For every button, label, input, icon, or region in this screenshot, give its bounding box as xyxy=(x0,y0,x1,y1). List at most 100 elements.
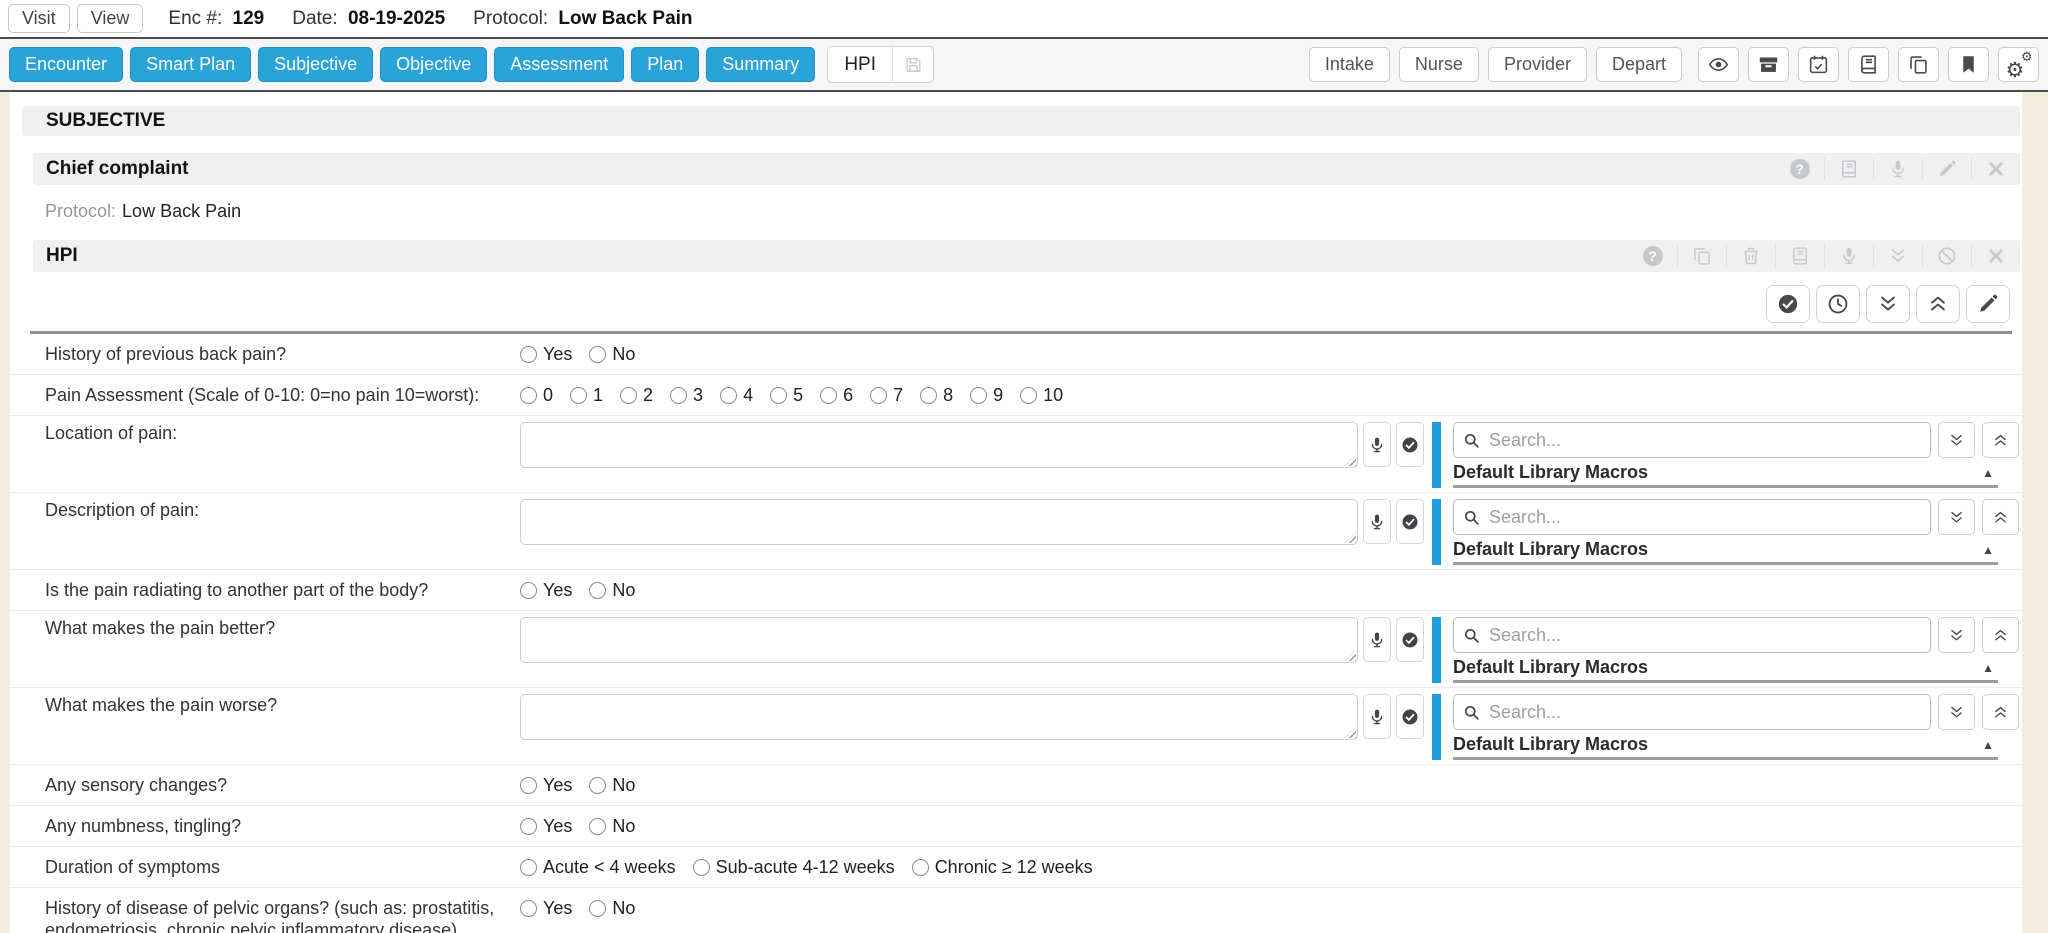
radio-option[interactable]: 5 xyxy=(770,384,803,406)
radio-icon[interactable] xyxy=(589,818,606,835)
radio-icon[interactable] xyxy=(520,777,537,794)
caret-up-icon[interactable]: ▲ xyxy=(1982,662,1994,674)
radio-icon[interactable] xyxy=(770,387,787,404)
radio-option[interactable]: Yes xyxy=(520,897,572,919)
clock-button[interactable] xyxy=(1816,285,1860,323)
book-action-button[interactable] xyxy=(1824,158,1873,180)
chevrons-down-action-button[interactable] xyxy=(1873,245,1922,267)
macro-search-input[interactable] xyxy=(1487,624,1921,647)
caret-up-icon[interactable]: ▲ xyxy=(1982,739,1994,751)
radio-icon[interactable] xyxy=(570,387,587,404)
macros-collapse-all-button[interactable] xyxy=(1982,499,2019,535)
nav-button-objective[interactable]: Objective xyxy=(380,47,487,82)
copy-action-button[interactable] xyxy=(1677,245,1726,267)
nav-button-plan[interactable]: Plan xyxy=(631,47,699,82)
answer-textarea[interactable] xyxy=(520,499,1358,545)
radio-icon[interactable] xyxy=(589,346,606,363)
radio-icon[interactable] xyxy=(920,387,937,404)
radio-option[interactable]: Sub-acute 4-12 weeks xyxy=(693,856,895,878)
radio-icon[interactable] xyxy=(870,387,887,404)
radio-option[interactable]: Yes xyxy=(520,579,572,601)
radio-icon[interactable] xyxy=(589,900,606,917)
radio-option[interactable]: Chronic ≥ 12 weeks xyxy=(912,856,1093,878)
radio-option[interactable]: 8 xyxy=(920,384,953,406)
radio-icon[interactable] xyxy=(970,387,987,404)
radio-option[interactable]: No xyxy=(589,579,635,601)
approve-button[interactable] xyxy=(1396,422,1424,467)
radio-option[interactable]: 3 xyxy=(670,384,703,406)
radio-option[interactable]: Yes xyxy=(520,815,572,837)
approve-button[interactable] xyxy=(1396,694,1424,739)
nav-button-encounter[interactable]: Encounter xyxy=(9,47,123,82)
radio-option[interactable]: 6 xyxy=(820,384,853,406)
radio-option[interactable]: Acute < 4 weeks xyxy=(520,856,676,878)
radio-option[interactable]: 0 xyxy=(520,384,553,406)
macros-section-header[interactable]: Default Library Macros ▲ xyxy=(1453,655,1998,683)
check-circle-button[interactable] xyxy=(1766,285,1810,323)
microphone-button[interactable] xyxy=(1363,694,1391,739)
nav-button-smart-plan[interactable]: Smart Plan xyxy=(130,47,251,82)
radio-option[interactable]: Yes xyxy=(520,343,572,365)
edit-action-button[interactable] xyxy=(1922,158,1971,180)
radio-icon[interactable] xyxy=(520,900,537,917)
tab-hpi[interactable]: HPI xyxy=(827,46,934,83)
answer-textarea[interactable] xyxy=(520,617,1358,663)
macros-expand-all-button[interactable] xyxy=(1938,499,1975,535)
radio-icon[interactable] xyxy=(720,387,737,404)
help-action-button[interactable]: ? xyxy=(1628,245,1677,267)
macro-search-input[interactable] xyxy=(1487,701,1921,724)
radio-icon[interactable] xyxy=(520,859,537,876)
radio-icon[interactable] xyxy=(620,387,637,404)
edit-button[interactable] xyxy=(1966,285,2010,323)
radio-option[interactable]: No xyxy=(589,343,635,365)
radio-icon[interactable] xyxy=(820,387,837,404)
radio-icon[interactable] xyxy=(693,859,710,876)
macros-expand-all-button[interactable] xyxy=(1938,617,1975,653)
settings-button[interactable]: ⚙⚙ xyxy=(1998,47,2039,82)
radio-icon[interactable] xyxy=(520,818,537,835)
macros-collapse-all-button[interactable] xyxy=(1982,694,2019,730)
microphone-action-button[interactable] xyxy=(1824,245,1873,267)
radio-icon[interactable] xyxy=(670,387,687,404)
radio-option[interactable]: 1 xyxy=(570,384,603,406)
radio-icon[interactable] xyxy=(520,582,537,599)
ban-action-button[interactable] xyxy=(1922,245,1971,267)
macros-section-header[interactable]: Default Library Macros ▲ xyxy=(1453,537,1998,565)
radio-option[interactable]: Yes xyxy=(520,774,572,796)
macro-search-input[interactable] xyxy=(1487,429,1921,452)
radio-icon[interactable] xyxy=(520,387,537,404)
chevrons-down-button[interactable] xyxy=(1866,285,1910,323)
macros-expand-all-button[interactable] xyxy=(1938,694,1975,730)
radio-option[interactable]: 4 xyxy=(720,384,753,406)
radio-icon[interactable] xyxy=(912,859,929,876)
radio-option[interactable]: No xyxy=(589,815,635,837)
trash-action-button[interactable] xyxy=(1726,245,1775,267)
stage-button-nurse[interactable]: Nurse xyxy=(1399,47,1479,82)
radio-option[interactable]: 2 xyxy=(620,384,653,406)
stage-button-depart[interactable]: Depart xyxy=(1596,47,1682,82)
radio-icon[interactable] xyxy=(1020,387,1037,404)
answer-textarea[interactable] xyxy=(520,694,1358,740)
calendar-check-button[interactable] xyxy=(1798,47,1839,82)
eye-button[interactable] xyxy=(1698,47,1739,82)
approve-button[interactable] xyxy=(1396,499,1424,544)
microphone-button[interactable] xyxy=(1363,422,1391,467)
radio-icon[interactable] xyxy=(520,346,537,363)
stage-button-intake[interactable]: Intake xyxy=(1309,47,1390,82)
radio-option[interactable]: 9 xyxy=(970,384,1003,406)
close-action-button[interactable] xyxy=(1971,158,2020,180)
radio-option[interactable]: 10 xyxy=(1020,384,1063,406)
view-button[interactable]: View xyxy=(77,4,144,33)
radio-option[interactable]: 7 xyxy=(870,384,903,406)
macro-search-input[interactable] xyxy=(1487,506,1921,529)
radio-icon[interactable] xyxy=(589,777,606,794)
approve-button[interactable] xyxy=(1396,617,1424,662)
book-button[interactable] xyxy=(1848,47,1889,82)
save-icon[interactable] xyxy=(893,55,933,74)
help-action-button[interactable]: ? xyxy=(1775,158,1824,180)
chevrons-up-button[interactable] xyxy=(1916,285,1960,323)
microphone-button[interactable] xyxy=(1363,499,1391,544)
copy-button[interactable] xyxy=(1898,47,1939,82)
nav-button-subjective[interactable]: Subjective xyxy=(258,47,373,82)
microphone-action-button[interactable] xyxy=(1873,158,1922,180)
